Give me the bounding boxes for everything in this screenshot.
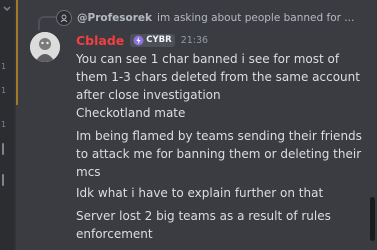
mention-highlight-bar (16, 0, 18, 105)
chevron-down-icon[interactable] (2, 4, 12, 14)
message-text: Idk what i have to explain further on th… (76, 186, 324, 200)
lightning-icon (133, 35, 144, 45)
sidebar-count: 1 (1, 120, 7, 129)
username[interactable]: Cblade (76, 33, 124, 48)
message-text: Server lost 2 big teams as a result of r… (76, 209, 331, 241)
reply-avatar[interactable] (56, 10, 72, 26)
reply-connector (38, 16, 56, 30)
user-avatar-icon (30, 32, 60, 62)
avatar[interactable] (30, 32, 60, 62)
server-tag-label: CYBR (146, 35, 172, 45)
message-header: Cblade CYBR 21:36 (76, 31, 208, 49)
reply-author[interactable]: @Profesorek (77, 12, 152, 24)
server-tag-badge[interactable]: CYBR (130, 33, 175, 47)
sidebar-indicator (2, 143, 4, 155)
message-text: You can see 1 char banned i see for most… (76, 52, 360, 102)
message-timestamp[interactable]: 21:36 (181, 35, 208, 46)
scrollbar[interactable] (370, 197, 375, 241)
channel-sidebar: 1 1 1 (0, 0, 14, 250)
avatar-icon (60, 14, 68, 23)
sidebar-count: 1 (1, 62, 7, 71)
message-text: Im being flamed by teams sending their f… (76, 129, 362, 179)
sidebar-count: 1 (1, 86, 7, 95)
message-text: Checkotland mate (76, 106, 186, 120)
sidebar-indicator (2, 174, 4, 186)
reply-preview[interactable]: @Profesorek im asking about people banne… (56, 9, 374, 27)
reply-text[interactable]: im asking about people banned for ... (157, 12, 354, 24)
